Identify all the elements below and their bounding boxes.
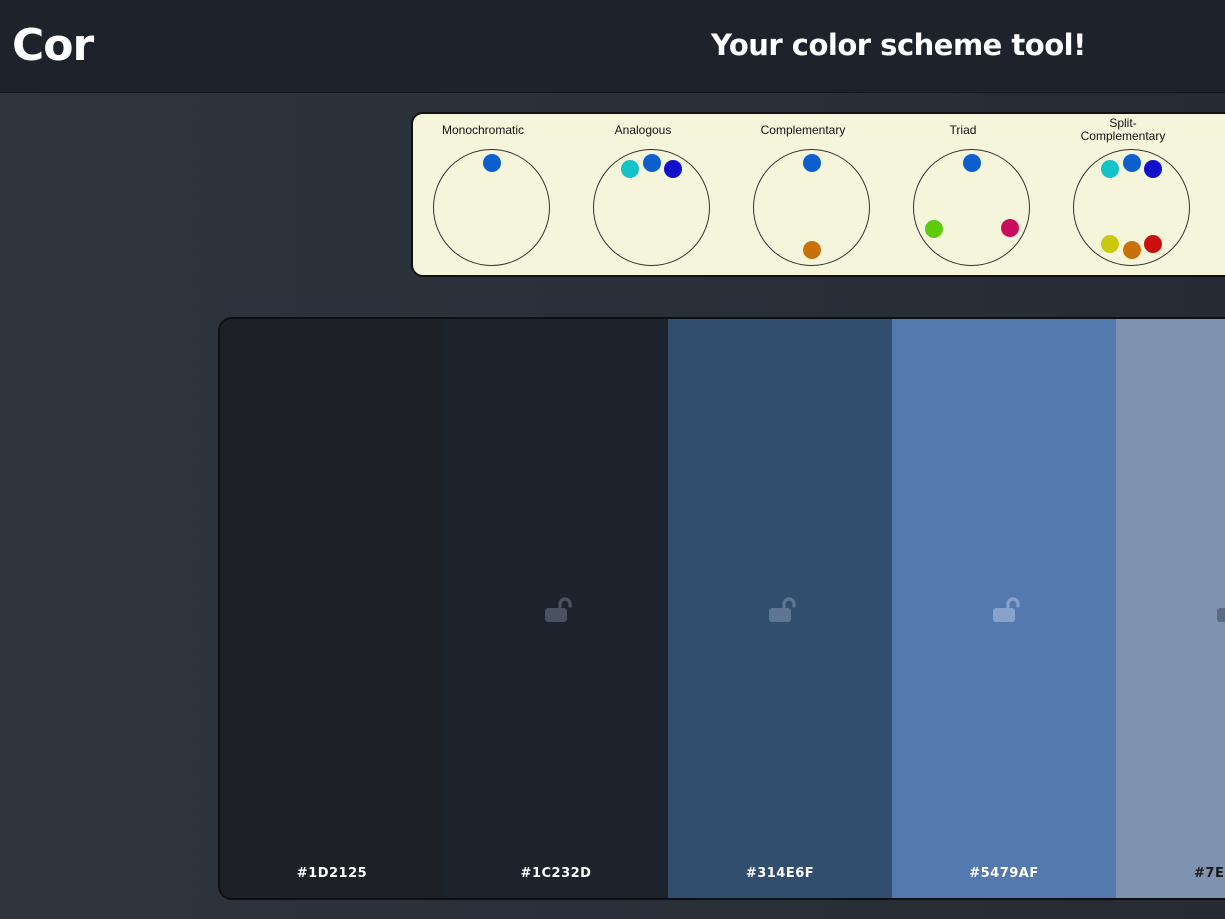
color-dot: [1101, 235, 1119, 253]
scheme-label: Split- Complementary: [1080, 116, 1166, 143]
color-swatch[interactable]: #7E: [1116, 319, 1225, 898]
color-dot: [925, 220, 943, 238]
scheme-option-complementary[interactable]: Complementary: [733, 114, 873, 279]
color-dot: [621, 160, 639, 178]
color-wheel: [753, 149, 870, 266]
color-dot: [803, 241, 821, 259]
unlocked-padlock-icon[interactable]: [767, 595, 797, 625]
color-swatch[interactable]: #1C232D: [444, 319, 668, 898]
color-swatch[interactable]: #5479AF: [892, 319, 1116, 898]
scheme-option-monochromatic[interactable]: Monochromatic: [413, 114, 553, 279]
unlocked-padlock-icon[interactable]: [543, 595, 573, 625]
hex-code-label[interactable]: #314E6F: [668, 866, 892, 881]
scheme-option-split-complementary[interactable]: Split- Complementary: [1053, 114, 1193, 279]
hex-code-label[interactable]: #1D2125: [220, 866, 444, 881]
scheme-label: Complementary: [760, 123, 846, 137]
color-dot: [643, 154, 661, 172]
color-dot: [1144, 235, 1162, 253]
color-wheel: [1073, 149, 1190, 266]
color-palette: #1D2125 #1C232D #314E6F #5479AF #7E: [218, 317, 1225, 900]
hex-code-label[interactable]: #7E: [1116, 866, 1225, 881]
color-wheel: [913, 149, 1030, 266]
scheme-label: Monochromatic: [441, 123, 525, 137]
color-wheel: [593, 149, 710, 266]
scheme-label: Triad: [949, 123, 977, 137]
color-dot: [1101, 160, 1119, 178]
color-dot: [1123, 241, 1141, 259]
unlocked-padlock-icon[interactable]: [1215, 595, 1225, 625]
hex-code-label[interactable]: #5479AF: [892, 866, 1116, 881]
color-swatch[interactable]: #1D2125: [220, 319, 444, 898]
color-dot: [664, 160, 682, 178]
color-dot: [803, 154, 821, 172]
color-dot: [1123, 154, 1141, 172]
app-logo[interactable]: Cor: [12, 18, 94, 74]
color-wheel: [433, 149, 550, 266]
color-swatch[interactable]: #314E6F: [668, 319, 892, 898]
unlocked-padlock-icon[interactable]: [991, 595, 1021, 625]
scheme-option-triad[interactable]: Triad: [893, 114, 1033, 279]
app-tagline: Your color scheme tool!: [711, 28, 1086, 62]
color-dot: [483, 154, 501, 172]
color-dot: [1001, 219, 1019, 237]
app-header: Cor Your color scheme tool!: [0, 0, 1225, 93]
scheme-option-analogous[interactable]: Analogous: [573, 114, 713, 279]
hex-code-label[interactable]: #1C232D: [444, 866, 668, 881]
scheme-selector-panel: Monochromatic Analogous Complementary Tr…: [411, 112, 1225, 277]
color-dot: [963, 154, 981, 172]
color-dot: [1144, 160, 1162, 178]
scheme-label: Analogous: [614, 123, 672, 137]
